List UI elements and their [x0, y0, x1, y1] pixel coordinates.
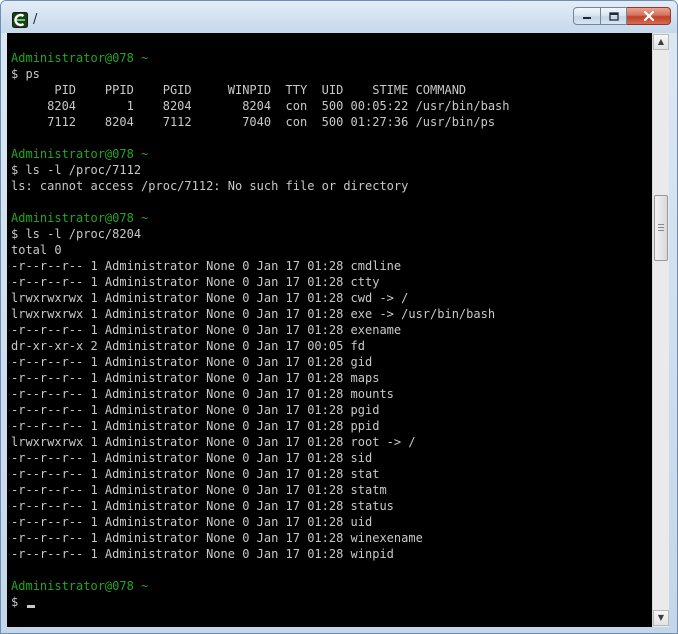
- output-line: -r--r--r-- 1 Administrator None 0 Jan 17…: [11, 450, 510, 466]
- maximize-icon: [608, 11, 619, 21]
- line-text: 8204 1 8204 8204 con 500 00:05:22 /usr/b…: [11, 99, 510, 113]
- close-icon: [643, 11, 654, 21]
- output-line: $ ls -l /proc/7112: [11, 162, 510, 178]
- line-text: -r--r--r-- 1 Administrator None 0 Jan 17…: [11, 483, 387, 497]
- arrow-up-icon: ▲: [657, 37, 665, 46]
- prompt-line: Administrator@078 ~: [11, 50, 510, 66]
- line-text: -r--r--r-- 1 Administrator None 0 Jan 17…: [11, 387, 394, 401]
- output-line: lrwxrwxrwx 1 Administrator None 0 Jan 17…: [11, 434, 510, 450]
- output-line: -r--r--r-- 1 Administrator None 0 Jan 17…: [11, 530, 510, 546]
- scroll-thumb[interactable]: [654, 195, 668, 261]
- scroll-down-button[interactable]: ▼: [653, 610, 669, 626]
- line-text: dr-xr-xr-x 2 Administrator None 0 Jan 17…: [11, 339, 366, 353]
- caption-buttons: [573, 7, 671, 27]
- line-text: $: [11, 595, 26, 609]
- line-text: -r--r--r-- 1 Administrator None 0 Jan 17…: [11, 275, 380, 289]
- output-line: -r--r--r-- 1 Administrator None 0 Jan 17…: [11, 354, 510, 370]
- terminal-area[interactable]: Administrator@078 ~ $ ps PID PPID PGID WI…: [7, 33, 652, 627]
- output-line: -r--r--r-- 1 Administrator None 0 Jan 17…: [11, 370, 510, 386]
- title-bar[interactable]: /: [1, 1, 677, 33]
- line-text: Administrator@078 ~: [11, 147, 149, 161]
- output-line: $ ps: [11, 66, 510, 82]
- cygwin-icon: [12, 12, 28, 28]
- line-text: Administrator@078 ~: [11, 211, 149, 225]
- line-text: PID PPID PGID WINPID TTY UID STIME COMMA…: [11, 83, 467, 97]
- output-line: -r--r--r-- 1 Administrator None 0 Jan 17…: [11, 322, 510, 338]
- line-text: lrwxrwxrwx 1 Administrator None 0 Jan 17…: [11, 291, 409, 305]
- output-line: -r--r--r-- 1 Administrator None 0 Jan 17…: [11, 258, 510, 274]
- thumb-grip-line: [658, 230, 664, 231]
- output-line: -r--r--r-- 1 Administrator None 0 Jan 17…: [11, 482, 510, 498]
- output-line: -r--r--r-- 1 Administrator None 0 Jan 17…: [11, 418, 510, 434]
- output-line: PID PPID PGID WINPID TTY UID STIME COMMA…: [11, 82, 510, 98]
- line-text: -r--r--r-- 1 Administrator None 0 Jan 17…: [11, 355, 373, 369]
- output-line: ls: cannot access /proc/7112: No such fi…: [11, 178, 510, 194]
- line-text: -r--r--r-- 1 Administrator None 0 Jan 17…: [11, 531, 423, 545]
- line-text: -r--r--r-- 1 Administrator None 0 Jan 17…: [11, 547, 394, 561]
- line-text: -r--r--r-- 1 Administrator None 0 Jan 17…: [11, 403, 380, 417]
- thumb-grip-line: [658, 227, 664, 228]
- minimize-icon: [583, 17, 591, 19]
- line-text: -r--r--r-- 1 Administrator None 0 Jan 17…: [11, 451, 373, 465]
- minimize-button[interactable]: [573, 7, 601, 25]
- line-text: $ ps: [11, 67, 40, 81]
- output-line: 8204 1 8204 8204 con 500 00:05:22 /usr/b…: [11, 98, 510, 114]
- input-line: $: [11, 594, 510, 610]
- thumb-grip-line: [658, 224, 664, 225]
- terminal-output: Administrator@078 ~ $ ps PID PPID PGID WI…: [11, 50, 510, 610]
- output-line: -r--r--r-- 1 Administrator None 0 Jan 17…: [11, 498, 510, 514]
- line-text: total 0: [11, 243, 62, 257]
- text-cursor: [27, 605, 36, 608]
- line-text: lrwxrwxrwx 1 Administrator None 0 Jan 17…: [11, 307, 496, 321]
- close-button[interactable]: [627, 7, 671, 25]
- output-line: -r--r--r-- 1 Administrator None 0 Jan 17…: [11, 466, 510, 482]
- output-line: -r--r--r-- 1 Administrator None 0 Jan 17…: [11, 274, 510, 290]
- line-text: Administrator@078 ~: [11, 51, 149, 65]
- window-title: /: [33, 12, 38, 27]
- line-text: -r--r--r-- 1 Administrator None 0 Jan 17…: [11, 419, 380, 433]
- line-text: -r--r--r-- 1 Administrator None 0 Jan 17…: [11, 467, 380, 481]
- arrow-down-icon: ▼: [657, 613, 665, 622]
- prompt-line: Administrator@078 ~: [11, 210, 510, 226]
- output-line: -r--r--r-- 1 Administrator None 0 Jan 17…: [11, 546, 510, 562]
- output-line: -r--r--r-- 1 Administrator None 0 Jan 17…: [11, 386, 510, 402]
- prompt-line: Administrator@078 ~: [11, 578, 510, 594]
- output-line: -r--r--r-- 1 Administrator None 0 Jan 17…: [11, 514, 510, 530]
- output-line: dr-xr-xr-x 2 Administrator None 0 Jan 17…: [11, 338, 510, 354]
- output-line: lrwxrwxrwx 1 Administrator None 0 Jan 17…: [11, 290, 510, 306]
- line-text: -r--r--r-- 1 Administrator None 0 Jan 17…: [11, 515, 373, 529]
- line-text: Administrator@078 ~: [11, 579, 149, 593]
- terminal-window: / Administrator@078 ~ $ ps PID PPID PGID…: [0, 0, 678, 634]
- prompt-line: Administrator@078 ~: [11, 146, 510, 162]
- line-text: -r--r--r-- 1 Administrator None 0 Jan 17…: [11, 259, 402, 273]
- output-line: 7112 8204 7112 7040 con 500 01:27:36 /us…: [11, 114, 510, 130]
- vertical-scrollbar[interactable]: ▲ ▼: [652, 33, 669, 627]
- output-line: lrwxrwxrwx 1 Administrator None 0 Jan 17…: [11, 306, 510, 322]
- line-text: -r--r--r-- 1 Administrator None 0 Jan 17…: [11, 499, 394, 513]
- line-text: $ ls -l /proc/8204: [11, 227, 142, 241]
- output-line: $ ls -l /proc/8204: [11, 226, 510, 242]
- scroll-up-button[interactable]: ▲: [653, 34, 669, 50]
- output-line: total 0: [11, 242, 510, 258]
- line-text: -r--r--r-- 1 Administrator None 0 Jan 17…: [11, 323, 402, 337]
- line-text: -r--r--r-- 1 Administrator None 0 Jan 17…: [11, 371, 380, 385]
- output-line: -r--r--r-- 1 Administrator None 0 Jan 17…: [11, 402, 510, 418]
- line-text: ls: cannot access /proc/7112: No such fi…: [11, 179, 409, 193]
- line-text: lrwxrwxrwx 1 Administrator None 0 Jan 17…: [11, 435, 416, 449]
- line-text: 7112 8204 7112 7040 con 500 01:27:36 /us…: [11, 115, 496, 129]
- line-text: $ ls -l /proc/7112: [11, 163, 142, 177]
- maximize-button[interactable]: [601, 7, 627, 25]
